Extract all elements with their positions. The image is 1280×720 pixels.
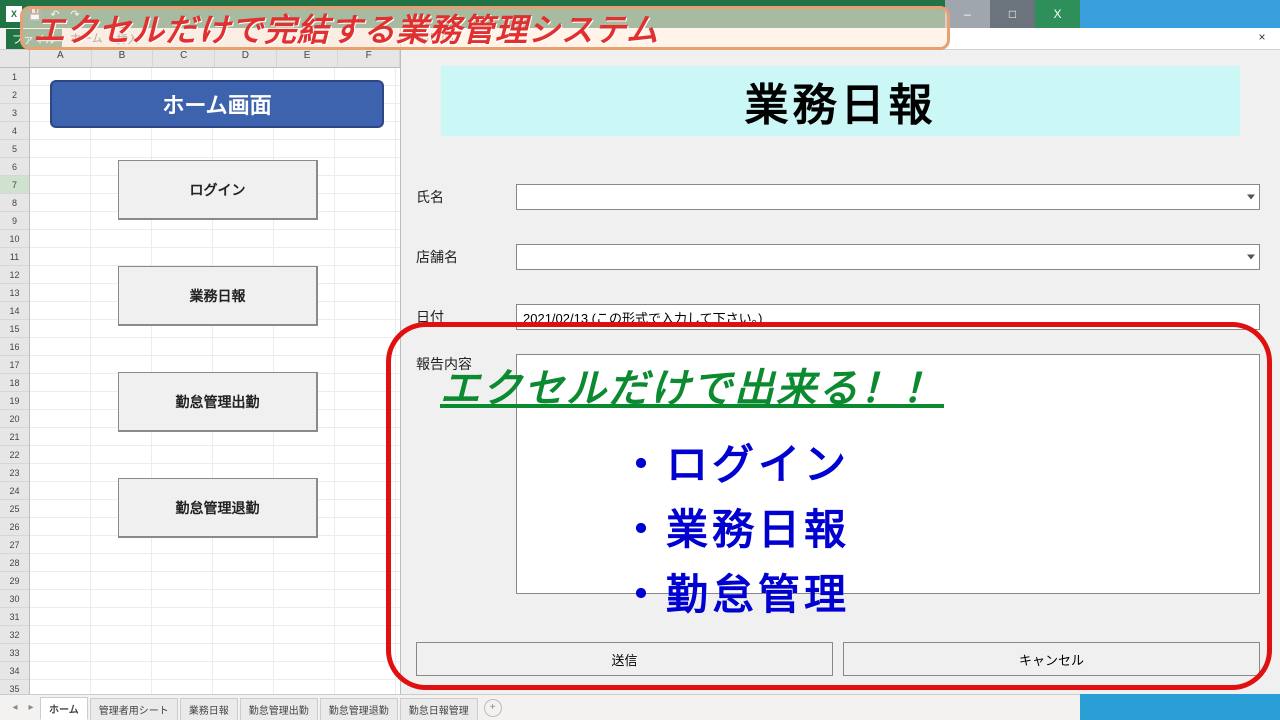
row-header[interactable]: 18 <box>0 374 29 392</box>
sheet-tab[interactable]: 勤怠日報管理 <box>400 698 478 720</box>
date-input[interactable] <box>516 304 1260 330</box>
row-header[interactable]: 11 <box>0 248 29 266</box>
row-header[interactable]: 9 <box>0 212 29 230</box>
col-header[interactable]: E <box>277 50 339 67</box>
row-header[interactable]: 1 <box>0 68 29 86</box>
side-buttons: ログイン 業務日報 勤怠管理出勤 勤怠管理退勤 <box>118 160 318 538</box>
row-store: 店舗名 <box>416 244 1260 270</box>
cancel-button[interactable]: キャンセル <box>843 642 1260 676</box>
userform-dialog: UserForm × 業務日報 氏名 店舗名 日付 報告内容 送信 キャンセル <box>400 28 1280 700</box>
row-header[interactable]: 21 <box>0 428 29 446</box>
row-header[interactable]: 20 <box>0 410 29 428</box>
row-header[interactable]: 7 <box>0 176 29 194</box>
daily-report-button[interactable]: 業務日報 <box>118 266 318 326</box>
row-name: 氏名 <box>416 184 1260 210</box>
attendance-out-button[interactable]: 勤怠管理退勤 <box>118 478 318 538</box>
taskbar-peek <box>1080 0 1280 28</box>
userform-heading: 業務日報 <box>441 66 1240 136</box>
row-header[interactable]: 6 <box>0 158 29 176</box>
name-combobox[interactable] <box>516 184 1260 210</box>
window-controls: – □ X <box>945 0 1280 28</box>
sheet-add-icon[interactable]: + <box>484 699 502 717</box>
row-header[interactable]: 26 <box>0 518 29 536</box>
submit-button[interactable]: 送信 <box>416 642 833 676</box>
row-header[interactable]: 2 <box>0 86 29 104</box>
row-header[interactable]: 22 <box>0 446 29 464</box>
overlay-banner: エクセルだけで完結する業務管理システム <box>20 6 950 50</box>
row-header[interactable]: 17 <box>0 356 29 374</box>
column-headers: A B C D E F <box>0 50 400 68</box>
minimize-icon[interactable]: – <box>945 0 990 28</box>
home-panel-title: ホーム画面 <box>50 80 384 128</box>
row-header[interactable]: 32 <box>0 626 29 644</box>
userform-actions: 送信 キャンセル <box>416 642 1260 676</box>
row-date: 日付 <box>416 304 1260 330</box>
label-date: 日付 <box>416 307 516 327</box>
col-header[interactable]: F <box>338 50 400 67</box>
sheet-tab[interactable]: 管理者用シート <box>90 698 178 720</box>
row-header[interactable]: 24 <box>0 482 29 500</box>
row-report: 報告内容 <box>416 354 1260 594</box>
report-textarea[interactable] <box>516 354 1260 594</box>
close-icon[interactable]: X <box>1035 0 1080 28</box>
row-header[interactable]: 4 <box>0 122 29 140</box>
row-header[interactable]: 31 <box>0 608 29 626</box>
row-header[interactable]: 15 <box>0 320 29 338</box>
row-header[interactable]: 34 <box>0 662 29 680</box>
row-header[interactable]: 5 <box>0 140 29 158</box>
taskbar-strip <box>1080 694 1280 720</box>
sheet-nav-prev-icon[interactable]: ◂ <box>8 702 22 713</box>
home-panel-label: ホーム画面 <box>162 88 271 120</box>
col-header[interactable]: A <box>30 50 92 67</box>
sheet-nav-next-icon[interactable]: ▸ <box>24 702 38 713</box>
store-combobox[interactable] <box>516 244 1260 270</box>
sheet-tab[interactable]: 勤怠管理出勤 <box>240 698 318 720</box>
label-store: 店舗名 <box>416 247 516 267</box>
attendance-in-button[interactable]: 勤怠管理出勤 <box>118 372 318 432</box>
row-header[interactable]: 10 <box>0 230 29 248</box>
label-name: 氏名 <box>416 187 516 207</box>
sheet-tab[interactable]: ホーム <box>40 697 88 720</box>
row-header[interactable]: 12 <box>0 266 29 284</box>
row-header[interactable]: 25 <box>0 500 29 518</box>
row-header[interactable]: 30 <box>0 590 29 608</box>
row-header[interactable]: 16 <box>0 338 29 356</box>
login-button[interactable]: ログイン <box>118 160 318 220</box>
row-headers: 1234567891011121314151617181920212223242… <box>0 68 30 694</box>
userform-close-button[interactable]: × <box>1250 30 1274 48</box>
row-header[interactable]: 8 <box>0 194 29 212</box>
row-header[interactable]: 33 <box>0 644 29 662</box>
sheet-tab[interactable]: 業務日報 <box>180 698 238 720</box>
row-header[interactable]: 3 <box>0 104 29 122</box>
col-header[interactable]: D <box>215 50 277 67</box>
row-header[interactable]: 29 <box>0 572 29 590</box>
row-header[interactable]: 27 <box>0 536 29 554</box>
row-header[interactable]: 19 <box>0 392 29 410</box>
row-header[interactable]: 14 <box>0 302 29 320</box>
select-all-cell[interactable] <box>0 50 30 67</box>
row-header[interactable]: 13 <box>0 284 29 302</box>
col-header[interactable]: B <box>92 50 154 67</box>
row-header[interactable]: 23 <box>0 464 29 482</box>
overlay-banner-text: エクセルだけで完結する業務管理システム <box>33 5 659 51</box>
row-header[interactable]: 28 <box>0 554 29 572</box>
col-header[interactable]: C <box>153 50 215 67</box>
maximize-icon[interactable]: □ <box>990 0 1035 28</box>
label-report: 報告内容 <box>416 354 516 374</box>
sheet-tab[interactable]: 勤怠管理退勤 <box>320 698 398 720</box>
